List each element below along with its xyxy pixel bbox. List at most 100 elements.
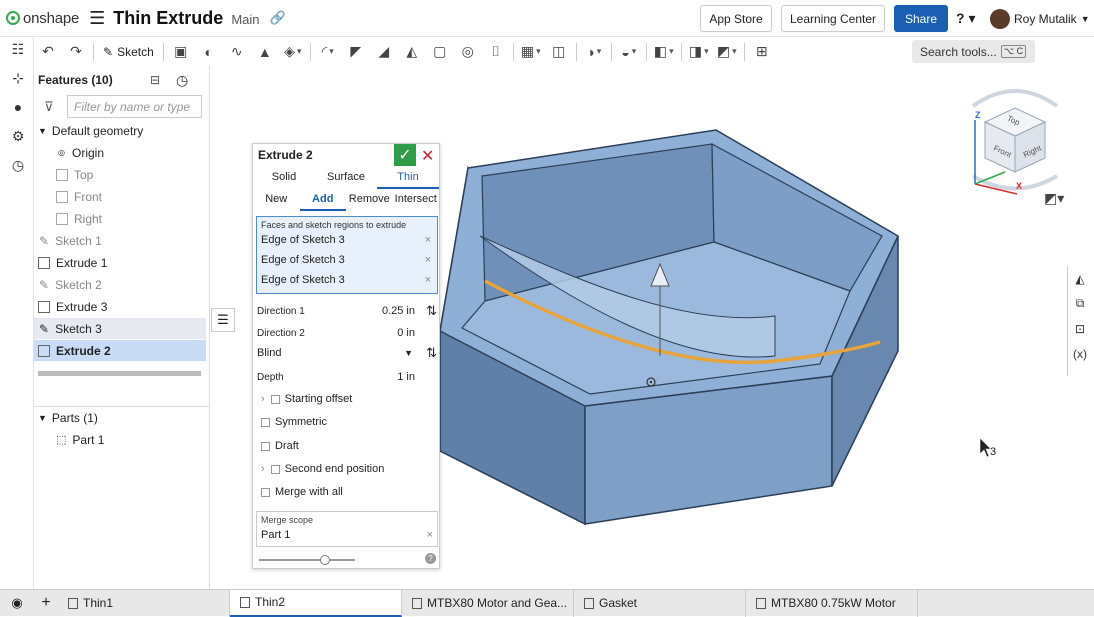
loft-icon[interactable]: ▲ — [255, 43, 275, 61]
symmetric-option[interactable]: Symmetric — [261, 416, 327, 428]
accept-check-icon[interactable]: ✓ — [394, 144, 416, 166]
search-tools-input[interactable]: Search tools... ⌥ C — [912, 40, 1035, 63]
comments-icon[interactable]: ● — [9, 99, 27, 117]
tab-new[interactable]: New — [253, 189, 300, 211]
insert-icon[interactable]: ⊹ — [9, 70, 27, 88]
tab-surface[interactable]: Surface — [315, 167, 377, 189]
depth-value[interactable]: 1 in — [397, 371, 415, 383]
tab-thin[interactable]: Thin — [377, 167, 439, 189]
regions-selection-box[interactable]: Faces and sketch regions to extrude Edge… — [256, 216, 438, 294]
redo-icon[interactable]: ↷ — [66, 43, 86, 61]
tab-thin1[interactable]: Thin1 — [58, 589, 230, 617]
fillet-icon[interactable]: ◜ — [318, 43, 338, 61]
remove-icon[interactable]: × — [425, 254, 431, 266]
menu-icon[interactable]: ☰ — [89, 8, 105, 29]
depth-field[interactable]: Depth 1 in — [257, 367, 437, 387]
flip-direction-icon[interactable]: ⇅ — [426, 345, 437, 361]
feature-tree-icon[interactable]: ☷ — [9, 41, 27, 59]
draft-icon[interactable]: ◢ — [374, 43, 394, 61]
mirror-icon[interactable]: ◫ — [549, 43, 569, 61]
learning-center-button[interactable]: Learning Center — [781, 5, 885, 32]
merge-scope-box[interactable]: Merge scope Part 1 × — [256, 511, 438, 547]
hole-icon[interactable]: ◎ — [458, 43, 478, 61]
direction-1-value[interactable]: 0.25 in — [382, 305, 415, 317]
draft-checkbox[interactable] — [261, 441, 270, 451]
feature-sketch-2[interactable]: ✎ Sketch 2 — [34, 274, 206, 295]
undo-icon[interactable]: ↶ — [38, 43, 58, 61]
sheet-metal-icon[interactable]: ◩ — [717, 43, 737, 61]
tab-remove[interactable]: Remove — [346, 189, 393, 211]
tab-mtbx80-motor-gear[interactable]: MTBX80 Motor and Gea... — [402, 589, 574, 617]
chamfer-icon[interactable]: ◤ — [346, 43, 366, 61]
filter-input[interactable]: Filter by name or type — [67, 95, 202, 118]
tab-solid[interactable]: Solid — [253, 167, 315, 189]
history-icon[interactable]: ◷ — [9, 157, 27, 175]
region-item[interactable]: Edge of Sketch 3 × — [257, 250, 437, 270]
part-1[interactable]: ⬚ Part 1 — [34, 429, 206, 450]
starting-offset-option[interactable]: › Starting offset — [261, 393, 352, 405]
thicken-icon[interactable]: ◈ — [283, 43, 303, 61]
direction-2-field[interactable]: Direction 2 0 in — [257, 323, 437, 343]
app-store-button[interactable]: App Store — [700, 5, 772, 32]
slider-handle[interactable] — [320, 555, 330, 565]
share-button[interactable]: Share — [894, 5, 948, 32]
tab-intersect[interactable]: Intersect — [393, 189, 440, 211]
feature-list-scrollbar[interactable] — [38, 371, 201, 376]
feature-origin[interactable]: ◎ Origin — [34, 142, 206, 163]
remove-icon[interactable]: × — [425, 234, 431, 246]
view-tabs-icon[interactable]: ◉ — [0, 590, 34, 617]
feature-sketch-1[interactable]: ✎ Sketch 1 — [34, 230, 206, 251]
rib-icon[interactable]: ◭ — [402, 43, 422, 61]
render-mode-icon[interactable]: ◩▾ — [1044, 190, 1064, 207]
plane-icon[interactable]: ◧ — [654, 43, 674, 61]
split-icon[interactable]: ◒ — [619, 43, 639, 61]
help-icon[interactable]: ? ▾ — [956, 10, 975, 27]
merge-with-all-checkbox[interactable] — [261, 487, 270, 497]
draft-option[interactable]: Draft — [261, 440, 299, 452]
mate-icon[interactable]: ⧉ — [1068, 291, 1092, 316]
onshape-logo[interactable]: onshape — [6, 10, 79, 27]
feature-front-plane[interactable]: Front — [34, 186, 206, 207]
feature-list-toggle-icon[interactable]: ☰ — [211, 308, 235, 332]
second-end-checkbox[interactable] — [270, 464, 280, 474]
appearance-icon[interactable]: ◭ — [1068, 266, 1092, 291]
variables-icon[interactable]: (x) — [1068, 341, 1092, 366]
starting-offset-checkbox[interactable] — [270, 394, 280, 404]
add-folder-icon[interactable]: ⊟ — [150, 73, 160, 87]
final-slider[interactable] — [259, 559, 355, 561]
feature-sketch-3[interactable]: ✎ Sketch 3 — [34, 318, 206, 339]
tab-thin2[interactable]: Thin2 — [230, 589, 402, 617]
pattern-icon[interactable]: ▦ — [521, 43, 541, 61]
feature-extrude-1[interactable]: Extrude 1 — [34, 252, 206, 273]
add-custom-feature-icon[interactable]: ⊞ — [752, 43, 772, 61]
document-title[interactable]: Thin Extrude — [113, 8, 223, 29]
tab-add[interactable]: Add — [299, 189, 346, 211]
region-item[interactable]: Edge of Sketch 3 × — [257, 270, 437, 290]
second-end-option[interactable]: › Second end position — [261, 463, 384, 475]
sweep-icon[interactable]: ∿ — [227, 43, 247, 61]
tab-mtbx80-motor[interactable]: MTBX80 0.75kW Motor — [746, 589, 918, 617]
link-icon[interactable]: 🔗 — [270, 10, 286, 26]
merge-with-all-option[interactable]: Merge with all — [261, 486, 343, 498]
user-menu[interactable]: Roy Mutalik ▼ — [990, 9, 1090, 29]
region-item[interactable]: Edge of Sketch 3 × — [257, 230, 437, 250]
extrude-icon[interactable]: ▣ — [171, 43, 191, 61]
view-cube[interactable] — [945, 76, 1085, 206]
parts-icon[interactable]: ⚙ — [9, 128, 27, 146]
feature-right-plane[interactable]: Right — [34, 208, 206, 229]
tab-gasket[interactable]: Gasket — [574, 589, 746, 617]
rollback-timer-icon[interactable]: ◷ — [176, 72, 188, 89]
feature-top-plane[interactable]: Top — [34, 164, 206, 185]
help-icon[interactable]: ? — [425, 553, 436, 564]
cylinder-icon[interactable]: ⌷ — [486, 43, 506, 61]
revolve-icon[interactable]: ◐ — [199, 43, 219, 61]
remove-icon[interactable]: × — [425, 274, 431, 286]
shell-icon[interactable]: ▢ — [430, 43, 450, 61]
measure-icon[interactable]: ⊡ — [1068, 316, 1092, 341]
default-geometry-folder[interactable]: ▼ Default geometry — [34, 120, 206, 141]
remove-icon[interactable]: × — [427, 529, 433, 541]
branch-name[interactable]: Main — [231, 12, 259, 27]
boolean-icon[interactable]: ◑ — [584, 43, 604, 61]
feature-extrude-3[interactable]: Extrude 3 — [34, 296, 206, 317]
close-icon[interactable]: ✕ — [421, 146, 434, 166]
